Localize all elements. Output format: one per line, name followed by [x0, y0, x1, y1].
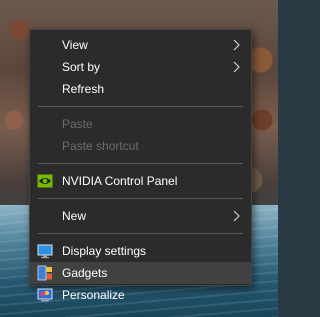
menu-item-paste-shortcut: Paste shortcut — [30, 135, 251, 157]
menu-separator — [38, 198, 243, 199]
chevron-right-icon — [233, 39, 240, 51]
personalize-icon — [37, 288, 53, 302]
menu-separator — [38, 233, 243, 234]
menu-item-label: Paste shortcut — [62, 139, 139, 153]
menu-separator — [38, 106, 243, 107]
menu-item-label: New — [62, 209, 87, 223]
menu-item-label: Refresh — [62, 82, 105, 96]
menu-item-paste: Paste — [30, 113, 251, 135]
gadgets-icon — [37, 265, 52, 281]
desktop-context-menu: View Sort by Refresh Paste Paste shortcu… — [29, 29, 252, 302]
menu-item-nvidia-control-panel[interactable]: NVIDIA Control Panel — [30, 170, 251, 192]
chevron-right-icon — [233, 61, 240, 73]
menu-separator — [38, 163, 243, 164]
menu-item-label: Sort by — [62, 60, 101, 74]
menu-item-label: Paste — [62, 117, 93, 131]
menu-item-label: Gadgets — [62, 266, 108, 280]
menu-item-new[interactable]: New — [30, 205, 251, 227]
menu-item-display-settings[interactable]: Display settings — [30, 240, 251, 262]
menu-item-label: View — [62, 38, 88, 52]
menu-item-sort-by[interactable]: Sort by — [30, 56, 251, 78]
menu-item-refresh[interactable]: Refresh — [30, 78, 251, 100]
nvidia-icon — [37, 174, 53, 188]
menu-item-view[interactable]: View — [30, 34, 251, 56]
chevron-right-icon — [233, 210, 240, 222]
menu-item-label: Personalize — [62, 288, 125, 302]
menu-item-gadgets[interactable]: Gadgets — [30, 262, 251, 284]
menu-item-personalize[interactable]: Personalize — [30, 284, 251, 306]
menu-item-label: Display settings — [62, 244, 147, 258]
menu-item-label: NVIDIA Control Panel — [62, 174, 178, 188]
display-icon — [37, 244, 53, 259]
